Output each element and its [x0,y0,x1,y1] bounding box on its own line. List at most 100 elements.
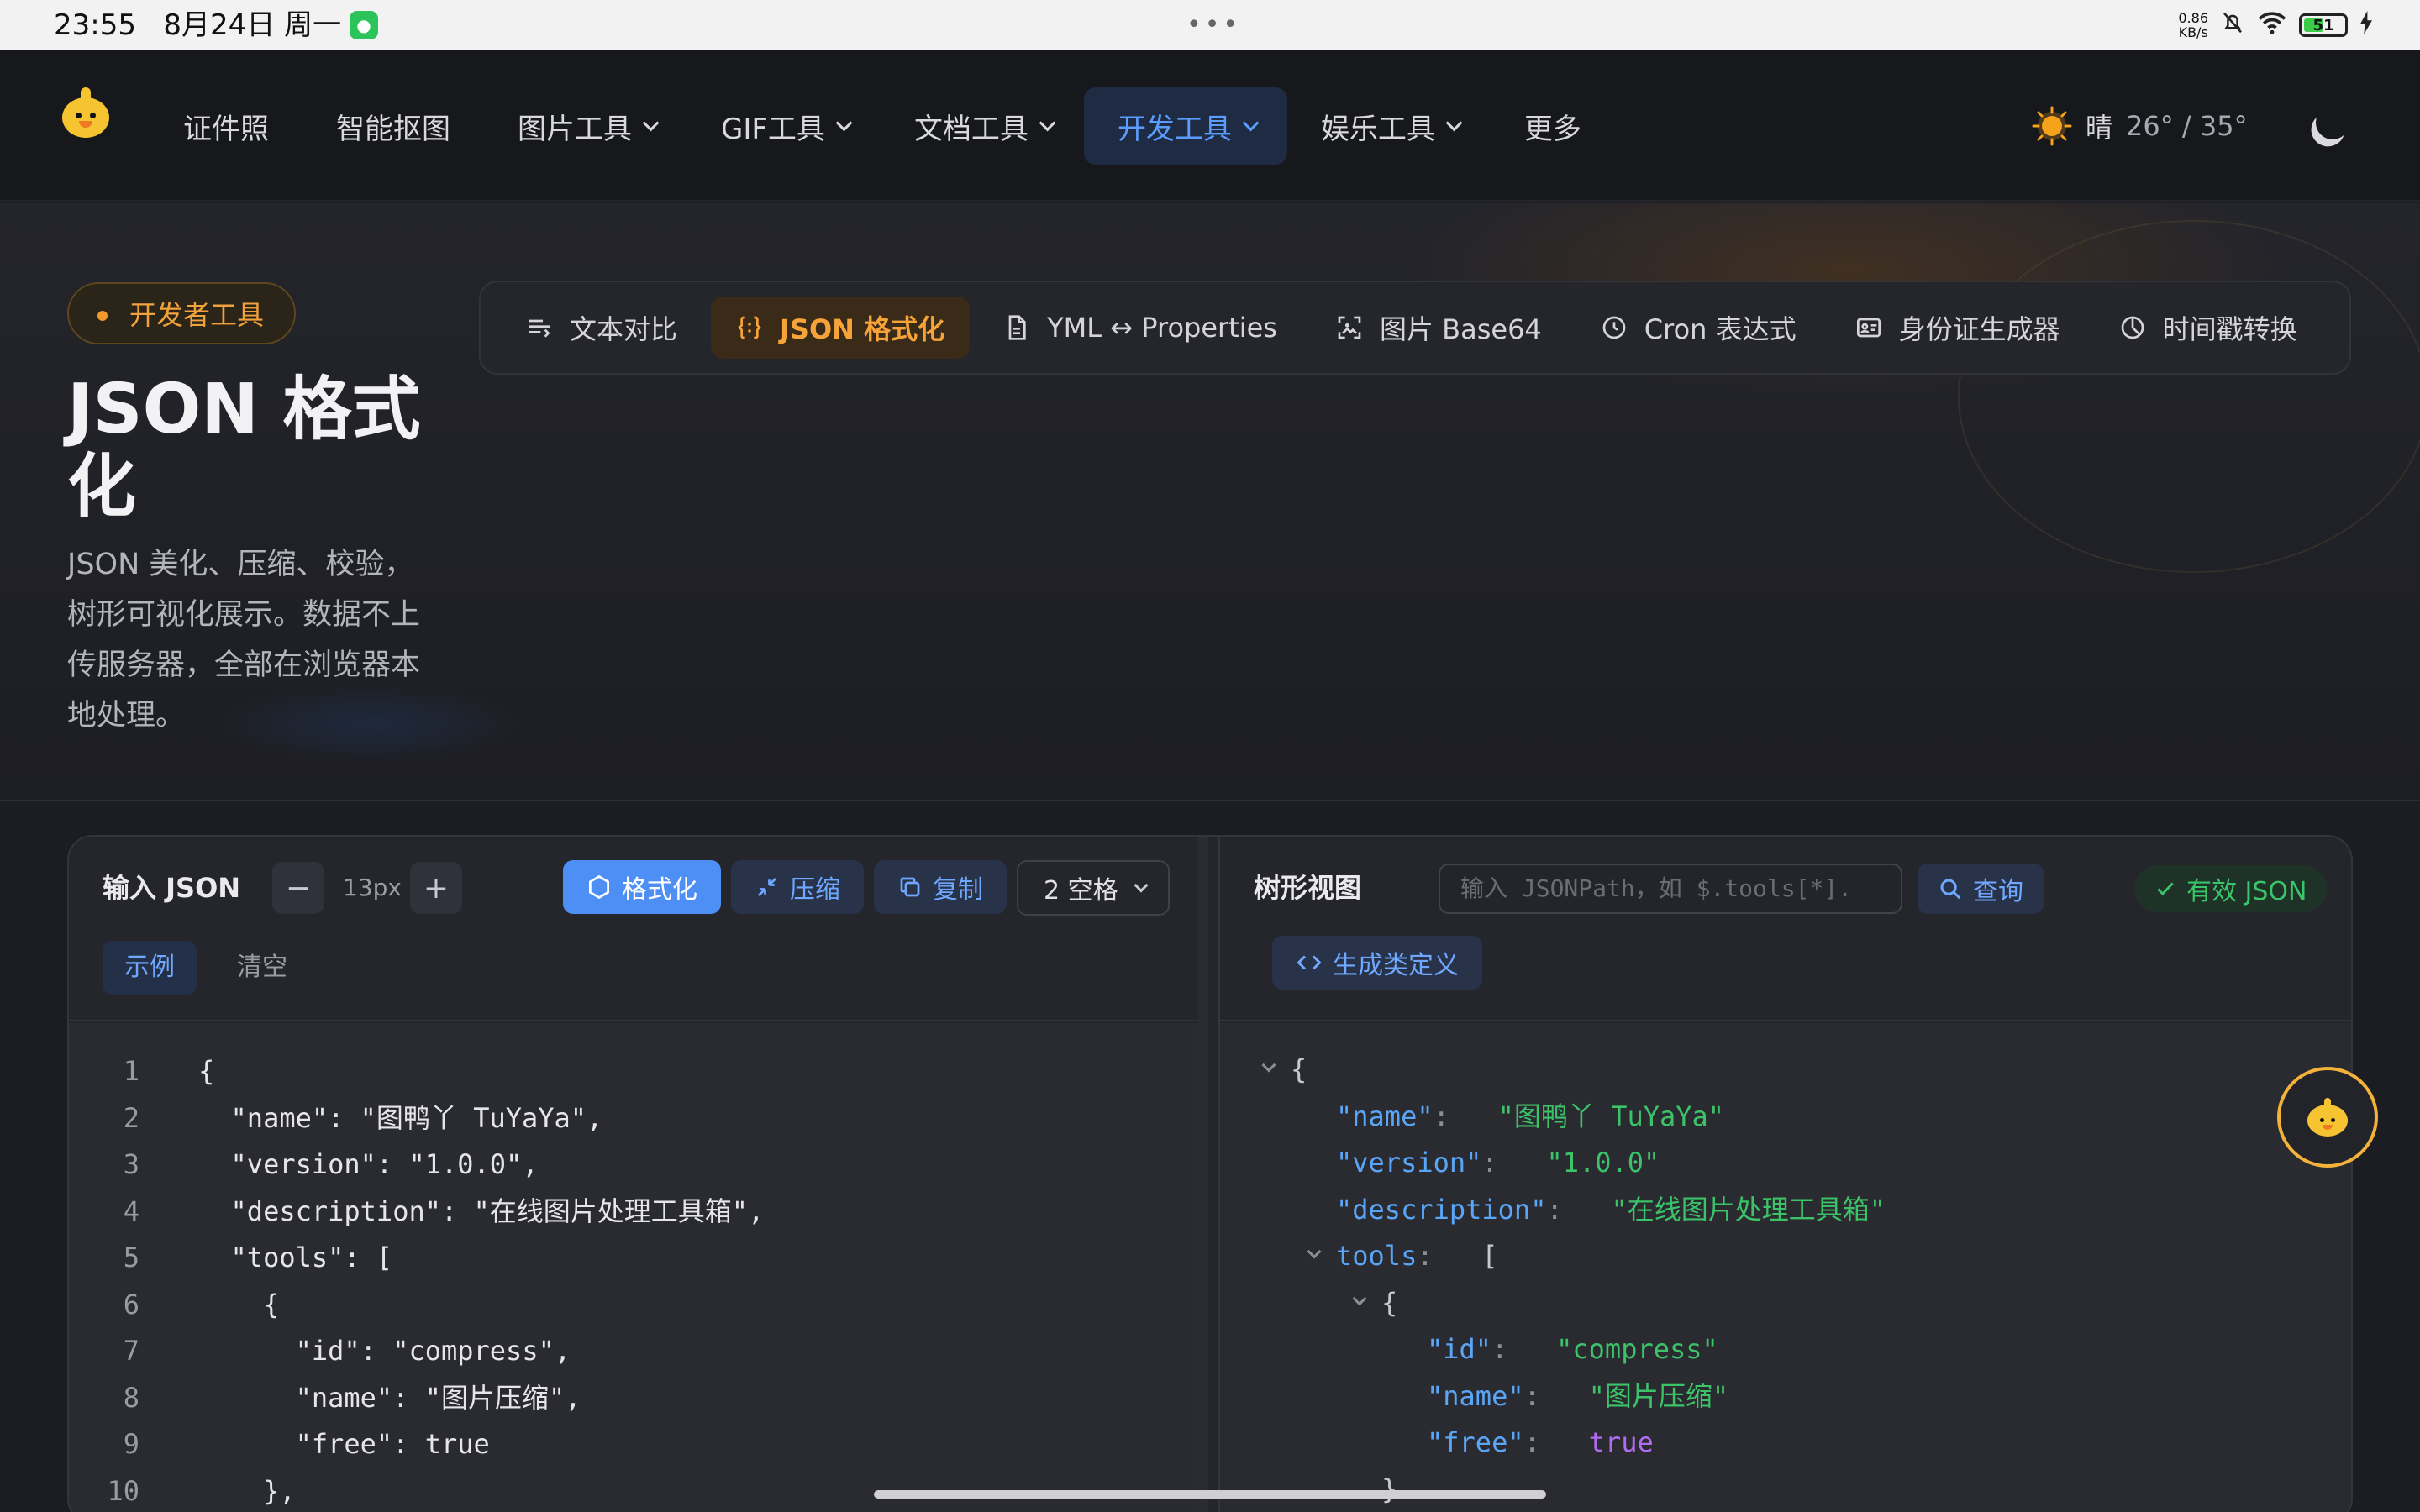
line-number: 3 [123,1148,139,1180]
tree-node: "id": "compress" [1427,1333,1718,1365]
nav-item-3[interactable]: 图片工具 [484,87,687,165]
nav-item-6[interactable]: 开发工具 [1083,87,1287,165]
line-text: { [198,1288,280,1320]
chevron-down-icon [1039,114,1056,132]
jsonpath-input[interactable]: 输入 JSONPath，如 $.tools[*]. [1439,864,1902,914]
nav-item-1[interactable]: 证件照 [150,87,302,165]
code-line: 5 "tools": [ [69,1235,1198,1282]
page-title: JSON 格式化 [67,370,421,527]
tree-value: "在线图片处理工具箱" [1611,1193,1886,1226]
copy-icon [900,877,920,897]
valid-json-label: 有效 JSON [2186,877,2307,906]
tree-value: "图鸭丫 TuYaYa" [1497,1100,1725,1132]
line-text: "tools": [ [198,1242,393,1273]
tree-node: } [1220,1467,2351,1512]
tool-tab-6[interactable]: 身份证生成器 [1830,297,2086,359]
tool-tab-2[interactable]: JSON 格式化 [711,297,971,359]
nav-item-label: 文档工具 [913,112,1028,146]
search-icon [1940,879,1961,900]
tree-value: "1.0.0" [1546,1147,1660,1179]
assistant-mascot-button[interactable] [2277,1067,2378,1168]
code-line: 2 "name": "图鸭丫 TuYaYa", [69,1095,1198,1142]
dark-mode-toggle[interactable] [2302,102,2349,150]
tree-bracket: } [1381,1473,1398,1505]
copy-button-label: 复制 [933,875,983,905]
weather-temperature: 26° / 35° [2126,110,2248,142]
nav-item-label: 证件照 [183,112,269,146]
hero-section: 开发者工具 JSON 格式化 JSON 美化、压缩、校验，树形可视化展示。数据不… [0,203,2420,801]
tree-key: "name" [1427,1379,1524,1412]
tree-bracket: { [1291,1053,1307,1085]
tree-key: "version" [1336,1147,1482,1179]
copy-button[interactable]: 复制 [874,860,1007,914]
tree-node: { [1220,1280,2351,1327]
generate-class-button[interactable]: 生成类定义 [1272,936,1482,990]
main-nav: 证件照 智能抠图 图片工具 GIF工具 文档工具 开发工具 娱乐工具 更多 [150,86,1615,166]
valid-json-badge: 有效 JSON [2134,865,2328,912]
tool-tab-label: 图片 Base64 [1379,313,1542,345]
nav-item-4[interactable]: GIF工具 [687,87,881,165]
multitask-dots-icon[interactable]: ••• [1186,10,1241,39]
plus-icon: + [423,870,450,906]
font-size-value: 13px [343,874,402,901]
code-icon [1297,955,1322,970]
font-decrease-button[interactable]: − [272,862,324,914]
nav-item-label: 开发工具 [1117,112,1232,146]
example-button[interactable]: 示例 [103,941,197,995]
line-text: "version": "1.0.0", [198,1148,539,1180]
line-number: 10 [107,1474,139,1507]
file-icon [1003,314,1030,341]
site-logo[interactable] [57,87,114,155]
nav-item-label: 智能抠图 [336,112,450,146]
nav-item-8[interactable]: 更多 [1491,87,1615,165]
chevron-down-icon [1445,114,1463,132]
format-button[interactable]: 格式化 [563,860,721,914]
line-text: "name": "图片压缩", [198,1381,581,1414]
tree-key: "name" [1336,1100,1434,1132]
format-button-label: 格式化 [622,875,697,905]
input-pane: 输入 JSON − 13px + 格式化 压缩 复制 2 空格 示例 清空 1 … [69,837,1208,1512]
tree-node: "free": true [1427,1426,1654,1458]
tree-key: tools [1336,1240,1418,1272]
tool-tab-3[interactable]: YML ↔ Properties [978,297,1302,359]
wechat-notification-icon: ● [350,11,378,39]
tool-tab-4[interactable]: 图片 Base64 [1311,297,1567,359]
compress-button[interactable]: 压缩 [731,860,864,914]
tree-bracket: [ [1481,1240,1498,1272]
font-increase-button[interactable]: + [410,862,462,914]
chevron-down-icon [642,114,660,132]
tree-value: "图片压缩" [1588,1379,1729,1412]
indent-select[interactable]: 2 空格 [1017,860,1170,916]
nav-item-label: 更多 [1523,112,1581,146]
tree-node: { [1220,1047,2351,1094]
expand-caret-icon[interactable] [1261,1058,1276,1073]
query-button[interactable]: 查询 [1918,864,2044,914]
expand-caret-icon[interactable] [1352,1291,1367,1305]
clear-button[interactable]: 清空 [215,941,309,995]
chevron-down-icon [1242,114,1260,132]
tool-tab-1[interactable]: 文本对比 [501,297,702,359]
tree-pane-title: 树形视图 [1254,872,1362,904]
check-icon [2157,882,2174,895]
line-number: 7 [123,1335,139,1367]
expand-caret-icon[interactable] [1307,1244,1322,1259]
line-number: 5 [123,1242,139,1273]
tool-tab-7[interactable]: 时间戳转换 [2094,297,2323,359]
moon-icon [2311,101,2354,144]
tool-tab-5[interactable]: Cron 表达式 [1576,297,1822,359]
tool-tabs: 文本对比 JSON 格式化 YML ↔ Properties 图片 Base64 Cro… [479,281,2351,375]
nav-item-2[interactable]: 智能抠图 [302,87,484,165]
network-speed: 0.86 KB/s [2178,10,2208,40]
tool-tab-label: YML ↔ Properties [1047,312,1277,344]
code-editor[interactable]: 1{2 "name": "图鸭丫 TuYaYa", 3 "version": "1… [69,1023,1198,1512]
nav-item-7[interactable]: 娱乐工具 [1287,87,1491,165]
tree-node: "name": "图片压缩" [1427,1379,1729,1412]
query-button-label: 查询 [1973,877,2023,906]
tree-key: "free" [1427,1426,1524,1458]
chevron-down-icon [835,114,853,132]
line-text: "description": "在线图片处理工具箱", [198,1194,765,1227]
home-indicator[interactable] [874,1490,1546,1499]
nav-item-5[interactable]: 文档工具 [881,87,1084,165]
line-number: 4 [123,1194,139,1227]
json-editor-panel: 输入 JSON − 13px + 格式化 压缩 复制 2 空格 示例 清空 1 … [67,835,2353,1512]
